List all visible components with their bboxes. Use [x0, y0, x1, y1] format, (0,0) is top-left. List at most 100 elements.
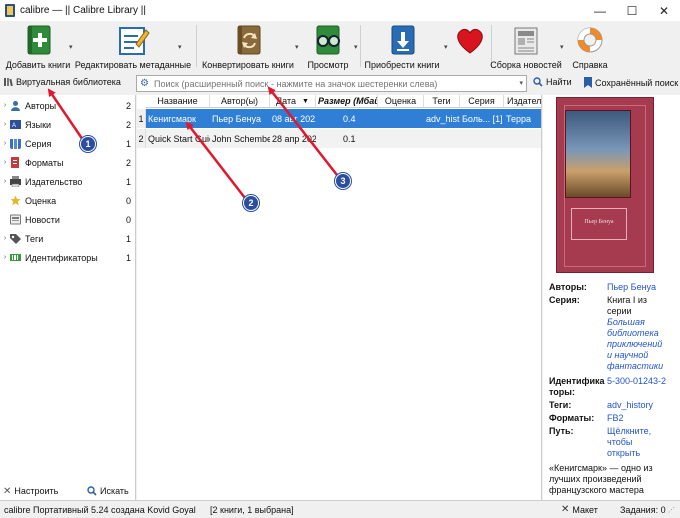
get-books-label: Приобрести книги	[364, 60, 440, 70]
status-jobs[interactable]: Задания: 0	[620, 505, 666, 515]
tag-item-count: 0	[125, 195, 131, 206]
meta-authors: Авторы: Пьер Бенуа	[549, 282, 677, 293]
tag-item-authors[interactable]: › Авторы 2	[0, 96, 136, 115]
sort-down-icon: ▼	[302, 97, 309, 105]
meta-series-name: Большая библиотека приключений и научной…	[549, 317, 677, 372]
toolbar-separator	[360, 25, 361, 67]
get-books-button[interactable]: Приобрести книги ▾	[364, 21, 448, 72]
expand-arrow-icon[interactable]: ›	[0, 140, 10, 147]
meta-value-link[interactable]: FB2	[607, 413, 624, 424]
book-size-cell: 0.1	[343, 133, 356, 144]
minimize-button[interactable]: —	[584, 0, 616, 21]
tag-browser: › Авторы 2 › A Языки 2 › Серия 1 › Форма…	[0, 95, 136, 500]
meta-value-link[interactable]: Большая библиотека приключений и научной…	[607, 317, 667, 372]
search-input[interactable]	[154, 78, 494, 89]
column-header-date[interactable]: Дата ▼	[270, 95, 316, 108]
layout-button[interactable]: ✕ Макет	[561, 504, 598, 515]
fetch-news-button[interactable]: Сборка новостей ▾	[490, 21, 564, 72]
column-header-rating[interactable]: Оценка	[378, 95, 424, 108]
expand-arrow-icon[interactable]: ›	[0, 121, 10, 128]
help-button[interactable]: Справка	[572, 21, 608, 72]
tag-item-count: 2	[125, 157, 131, 168]
column-header-series[interactable]: Серия	[460, 95, 504, 108]
expand-arrow-icon[interactable]: ›	[0, 235, 10, 242]
annotation-badge-2: 2	[243, 195, 259, 211]
tag-item-identifiers[interactable]: › Идентификаторы 1	[0, 248, 136, 267]
tag-item-count: 1	[125, 176, 131, 187]
chevron-down-icon[interactable]: ▾	[178, 43, 182, 51]
convert-books-button[interactable]: Конвертировать книги ▾	[202, 21, 299, 72]
column-header-publisher[interactable]: Издатель	[504, 95, 541, 108]
book-cover[interactable]: Пьер Бенуа	[556, 97, 654, 273]
meta-value-link[interactable]: Пьер Бенуа	[607, 282, 656, 293]
gear-icon[interactable]: ⚙	[140, 78, 150, 89]
bookmark-icon	[584, 77, 592, 88]
meta-key: Авторы:	[549, 282, 587, 292]
table-row[interactable]: 1 Кенигсмарк Пьер Бенуа 08 авг 2021 0.4 …	[137, 109, 541, 128]
virtual-library-button[interactable]: Виртуальная библиотека	[3, 77, 121, 87]
convert-icon	[231, 24, 265, 56]
expand-arrow-icon[interactable]: ›	[0, 178, 10, 185]
column-header-authors[interactable]: Автор(ы)	[210, 95, 270, 108]
maximize-button[interactable]: ☐	[616, 0, 648, 21]
chevron-down-icon[interactable]: ▾	[560, 43, 564, 51]
library-icon	[4, 78, 13, 87]
row-number: 1	[137, 109, 146, 128]
tag-item-news[interactable]: Новости 0	[0, 210, 136, 229]
tag-item-formats[interactable]: › Форматы 2	[0, 153, 136, 172]
meta-series: Серия: Книга I из серии	[549, 295, 677, 317]
add-books-button[interactable]: Добавить книги ▾	[3, 21, 73, 72]
tag-item-rating[interactable]: Оценка 0	[0, 191, 136, 210]
meta-value-link[interactable]: 5-300-01243-2	[607, 376, 666, 398]
tag-item-label: Авторы	[25, 100, 57, 111]
column-header-size[interactable]: Размер (Мбайт)	[316, 95, 378, 108]
column-header-tags[interactable]: Теги	[424, 95, 460, 108]
meta-value-link[interactable]: adv_history	[607, 400, 653, 411]
chevron-down-icon[interactable]: ▾	[354, 43, 358, 51]
book-details-panel: Пьер Бенуа Авторы: Пьер Бенуа Серия: Кни…	[543, 95, 680, 500]
lifebuoy-icon	[573, 24, 607, 56]
chevron-down-icon[interactable]: ▾	[295, 43, 299, 51]
fetch-news-label: Сборка новостей	[490, 60, 562, 70]
book-rating-cell	[378, 109, 424, 128]
expand-arrow-icon[interactable]: ›	[0, 159, 10, 166]
view-button[interactable]: Просмотр ▾	[305, 21, 358, 72]
chevron-down-icon[interactable]: ▾	[69, 43, 73, 51]
search-icon	[87, 486, 97, 496]
calibre-app-icon	[5, 4, 15, 17]
tag-find-button[interactable]: Искать	[87, 486, 129, 496]
table-row[interactable]: 2 Quick Start Guide John Schember 28 апр…	[137, 129, 541, 148]
edit-metadata-icon	[116, 24, 150, 56]
expand-arrow-icon[interactable]: ›	[0, 254, 10, 261]
resize-grip-icon[interactable]: ⋰	[668, 506, 675, 514]
chevron-down-icon[interactable]: ▾	[519, 79, 523, 87]
newspaper-icon	[509, 24, 543, 56]
tag-item-label: Теги	[25, 233, 44, 244]
configure-button[interactable]: ✕ Настроить	[3, 486, 58, 497]
layout-label: Макет	[572, 504, 598, 515]
series-icon	[10, 139, 21, 149]
donate-heart-button[interactable]	[451, 21, 489, 72]
search-field[interactable]: ⚙ ▾	[136, 75, 527, 92]
tag-item-tags[interactable]: › Теги 1	[0, 229, 136, 248]
chevron-down-icon[interactable]: ▾	[444, 43, 448, 51]
expand-arrow-icon[interactable]: ›	[0, 102, 10, 109]
column-header-title[interactable]: Название	[146, 95, 210, 108]
find-label: Найти	[546, 77, 572, 87]
close-button[interactable]: ✕	[648, 0, 680, 21]
find-button[interactable]: Найти	[533, 77, 572, 87]
edit-metadata-label: Редактировать метаданные	[74, 60, 192, 70]
tag-item-series[interactable]: › Серия 1	[0, 134, 136, 153]
publisher-icon	[10, 176, 21, 187]
book-description: «Кенигсмарк» — одно из лучших произведен…	[549, 463, 653, 495]
convert-books-label: Конвертировать книги	[202, 60, 294, 70]
edit-metadata-button[interactable]: Редактировать метаданные ▾	[75, 21, 191, 72]
toolbar-separator	[196, 25, 197, 67]
saved-search-button[interactable]: Сохранённый поиск	[584, 77, 678, 88]
meta-value-link[interactable]: Щёлкните, чтобы открыть	[607, 426, 659, 459]
add-books-label: Добавить книги	[5, 60, 71, 70]
tag-item-languages[interactable]: › A Языки 2	[0, 115, 136, 134]
book-title-cell: Quick Start Guide	[148, 133, 210, 144]
tag-item-publisher[interactable]: › Издательство 1	[0, 172, 136, 191]
book-publisher-cell: Терра	[506, 113, 532, 124]
